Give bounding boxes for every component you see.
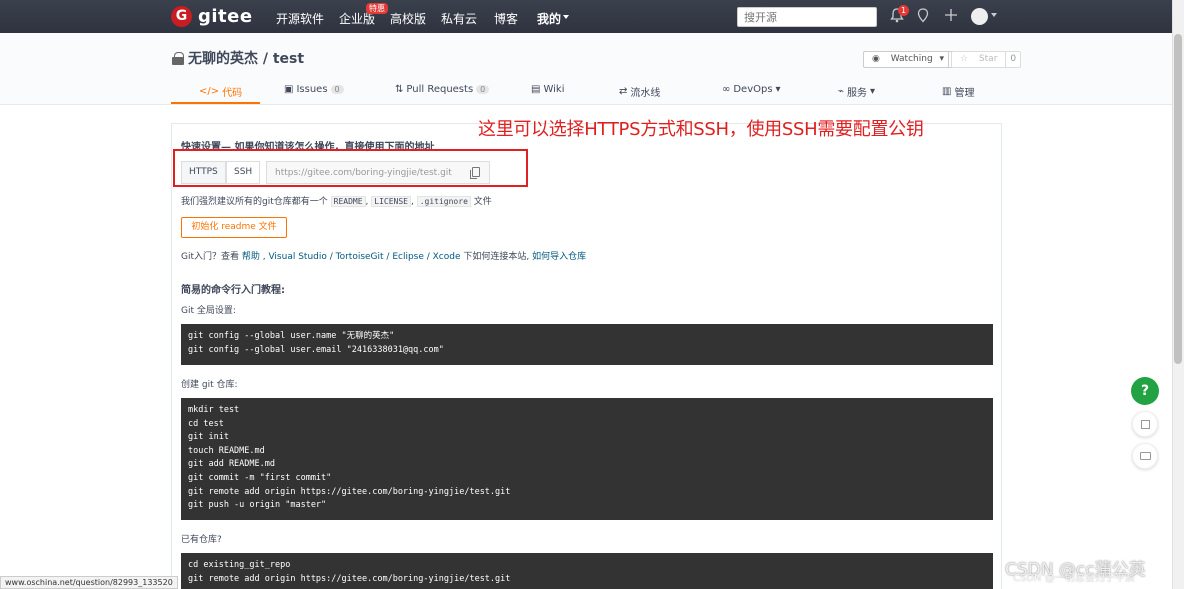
git-intro-text: Git入门？查看 帮助 , Visual Studio / TortoiseGi… — [181, 249, 586, 262]
chevron-down-icon — [563, 15, 569, 19]
tab-code[interactable]: </> 代码 — [199, 84, 242, 99]
tab-label: DevOps — [733, 84, 773, 95]
gitee-logo-icon: G — [171, 6, 192, 27]
create-repo-code: mkdir test cd test git init touch README… — [181, 398, 993, 520]
init-readme-button[interactable]: 初始化 readme 文件 — [181, 217, 287, 238]
avatar[interactable] — [971, 8, 988, 25]
global-settings-label: Git 全局设置: — [181, 306, 236, 316]
tab-service[interactable]: ⌁ 服务 ▾ — [838, 84, 875, 99]
eye-icon: ◉ — [872, 54, 883, 64]
tab-pipeline[interactable]: ⇄ 流水线 — [619, 84, 660, 99]
tab-devops[interactable]: ∞ DevOps ▾ — [722, 84, 781, 95]
scrollbar-thumb[interactable] — [1174, 34, 1182, 364]
star-label: Star — [978, 54, 998, 64]
git-intro-prefix: Git入门？查看 — [181, 252, 240, 262]
tab-label: 管理 — [954, 88, 975, 99]
infinity-icon: ∞ — [722, 84, 731, 95]
repo-name[interactable]: 无聊的英杰 / test — [188, 48, 304, 68]
tab-label: Issues — [296, 84, 328, 95]
tab-issues[interactable]: ▣ Issues 0 — [284, 84, 344, 95]
star-button[interactable]: ☆ Star 0 — [951, 51, 1022, 68]
gitignore-code: .gitignore — [416, 196, 471, 207]
repo-header — [0, 33, 1172, 105]
help-links[interactable]: 帮助 , Visual Studio / TortoiseGit / Eclip… — [242, 252, 461, 262]
chevron-down-icon: ▾ — [775, 84, 781, 95]
pipeline-icon: ⇄ — [619, 86, 628, 97]
tab-count: 0 — [330, 85, 344, 94]
git-intro-middle: 下如何连接本站, — [463, 252, 530, 262]
nav-blog[interactable]: 博客 — [494, 10, 518, 27]
chevron-down-icon: ▾ — [870, 86, 876, 97]
tab-label: Pull Requests — [406, 84, 474, 95]
tab-pull-requests[interactable]: ⇅ Pull Requests 0 — [395, 84, 490, 95]
create-repo-label: 创建 git 仓库: — [181, 380, 238, 390]
tab-count: 0 — [476, 85, 490, 94]
chat-icon — [1140, 452, 1151, 460]
enterprise-promo-badge: 特惠 — [366, 3, 388, 14]
watermark-secondary: CSDN @一切总会归于平淡 — [1013, 573, 1135, 584]
code-icon: </> — [199, 86, 220, 97]
help-icon: ? — [1140, 383, 1150, 399]
nav-education[interactable]: 高校版 — [390, 10, 426, 27]
active-tab-indicator — [171, 102, 260, 104]
notification-count-badge: 1 — [898, 5, 910, 16]
location-icon[interactable] — [917, 8, 929, 27]
status-bar-url: www.oschina.net/question/82993_133520 — [0, 576, 178, 589]
license-code: LICENSE — [371, 196, 411, 207]
recommend-text: 我们强烈建议所有的git仓库都有一个 README, LICENSE, .git… — [181, 196, 492, 207]
gitee-logo[interactable]: G gitee — [171, 6, 253, 27]
tab-label: 流水线 — [630, 88, 661, 99]
feedback-button[interactable] — [1132, 411, 1158, 437]
recommend-suffix: 文件 — [473, 197, 492, 207]
readme-code: README — [330, 196, 366, 207]
avatar-chevron-down-icon — [991, 13, 997, 17]
pull-request-icon: ⇅ — [395, 84, 404, 95]
issues-icon: ▣ — [284, 84, 294, 95]
chat-button[interactable] — [1132, 443, 1158, 469]
plus-icon[interactable] — [944, 8, 958, 26]
tab-label: 代码 — [222, 88, 243, 99]
nav-mine[interactable]: 我的 — [537, 10, 561, 27]
repo-title: 无聊的英杰 / test — [172, 48, 304, 68]
tab-wiki[interactable]: ▤ Wiki — [531, 84, 564, 95]
watch-button[interactable]: ◉ Watching ▾ 1 — [863, 51, 964, 68]
search-input[interactable] — [737, 7, 877, 27]
lock-icon — [172, 52, 184, 65]
tab-label: 服务 — [847, 88, 868, 99]
help-button[interactable]: ? — [1131, 377, 1159, 405]
annotation-text: 这里可以选择HTTPS方式和SSH，使用SSH需要配置公钥 — [478, 119, 924, 140]
global-config-code: git config --global user.name "无聊的英杰" gi… — [181, 324, 993, 365]
settings-doc-icon: ▥ — [942, 86, 952, 97]
logo-text: gitee — [198, 6, 253, 27]
edit-icon — [1141, 420, 1150, 429]
existing-repo-label: 已有仓库? — [181, 535, 222, 545]
watch-label: Watching — [890, 54, 933, 64]
recommend-prefix: 我们强烈建议所有的git仓库都有一个 — [181, 197, 328, 207]
star-count: 0 — [1005, 52, 1020, 67]
book-icon: ▤ — [531, 84, 541, 95]
star-icon: ☆ — [960, 54, 971, 64]
pulse-icon: ⌁ — [838, 86, 845, 97]
nav-private-cloud[interactable]: 私有云 — [441, 10, 477, 27]
tutorial-title: 简易的命令行入门教程: — [181, 285, 285, 296]
tab-manage[interactable]: ▥ 管理 — [942, 84, 974, 99]
tab-label: Wiki — [543, 84, 565, 95]
nav-open-source[interactable]: 开源软件 — [276, 10, 324, 27]
import-repo-link[interactable]: 如何导入仓库 — [532, 252, 586, 262]
existing-repo-code: cd existing_git_repo git remote add orig… — [181, 553, 993, 589]
annotation-highlight-box — [173, 149, 528, 187]
